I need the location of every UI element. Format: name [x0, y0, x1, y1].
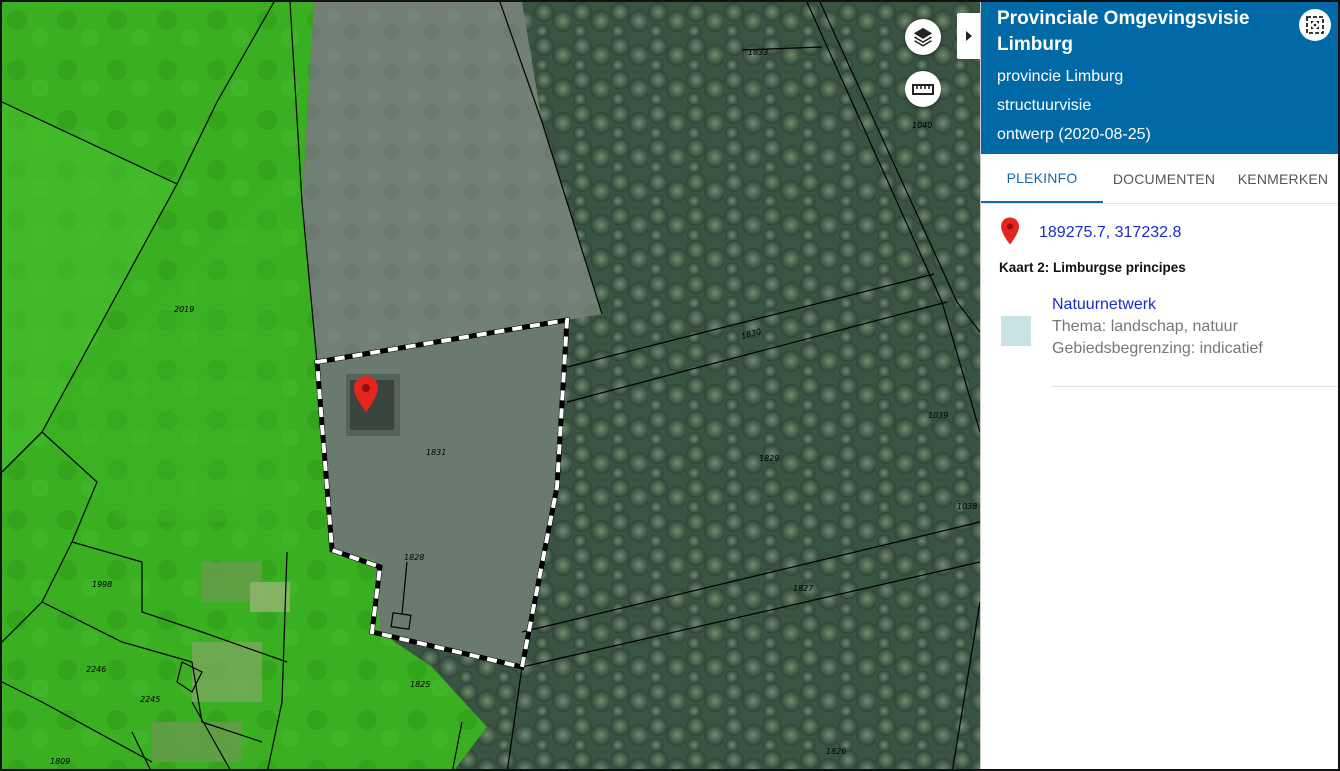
parcel-label: 1826: [826, 747, 846, 756]
location-pin-icon: [1001, 217, 1019, 245]
map-canvas: 1833 1040 2019 1830 1831 1039 1829 1038 …: [2, 2, 980, 769]
app-window: 1833 1040 2019 1830 1831 1039 1829 1038 …: [0, 0, 1340, 771]
feature-theme: Thema: landschap, natuur: [1052, 318, 1238, 335]
feature-name-link[interactable]: Natuurnetwerk: [1052, 294, 1263, 316]
layers-icon: [913, 27, 933, 47]
parcel-label: 1831: [426, 448, 446, 457]
parcel-label: 1039: [928, 411, 948, 420]
divider: [1051, 386, 1338, 387]
parcel-label: 2019: [174, 305, 194, 314]
parcel-label: 1038: [957, 502, 977, 511]
feature-item: Natuurnetwerk Thema: landschap, natuur G…: [1001, 294, 1263, 360]
ruler-icon: [912, 84, 934, 95]
legend-swatch: [1001, 316, 1031, 346]
tab-kenmerken[interactable]: KENMERKEN: [1225, 154, 1338, 203]
map-view[interactable]: 1833 1040 2019 1830 1831 1039 1829 1038 …: [2, 2, 980, 769]
parcel-label: 2245: [140, 695, 160, 704]
parcel-label: 1833: [748, 48, 768, 57]
parcel-label: 1809: [50, 757, 70, 766]
tab-plekinfo[interactable]: PLEKINFO: [981, 154, 1103, 203]
plan-type: structuurvisie: [997, 97, 1092, 114]
panel-header: Provinciale Omgevingsvisie Limburg provi…: [981, 2, 1338, 154]
measure-button[interactable]: [905, 71, 941, 107]
parcel-label: 1829: [759, 454, 779, 463]
feature-boundary: Gebiedsbegrenzing: indicatief: [1052, 340, 1263, 357]
layers-button[interactable]: [905, 19, 941, 55]
plan-title: Provinciale Omgevingsvisie Limburg: [997, 8, 1250, 55]
location-pin-icon: [354, 376, 378, 412]
expand-button[interactable]: [1299, 9, 1331, 41]
parcel-label: 1828: [404, 553, 424, 562]
coordinates-link[interactable]: 189275.7, 317232.8: [1039, 224, 1181, 242]
expand-icon: [1306, 16, 1324, 34]
plan-status: ontwerp (2020-08-25): [997, 126, 1151, 143]
parcel-label: 1825: [410, 680, 430, 689]
plan-authority: provincie Limburg: [997, 68, 1124, 85]
parcel-label: 1827: [793, 584, 814, 593]
chevron-right-icon: [965, 31, 972, 41]
location-row: 189275.7, 317232.8: [1001, 216, 1181, 246]
parcel-label: 1040: [912, 121, 932, 130]
parcel-label: 2246: [86, 665, 106, 674]
panel-tabs: PLEKINFO DOCUMENTEN KENMERKEN: [981, 154, 1338, 204]
info-panel: Provinciale Omgevingsvisie Limburg provi…: [980, 2, 1338, 769]
parcel-label: 1998: [92, 580, 112, 589]
map-section-title: Kaart 2: Limburgse principes: [999, 260, 1186, 275]
tab-documenten[interactable]: DOCUMENTEN: [1103, 154, 1225, 203]
collapse-panel-button[interactable]: [957, 13, 980, 59]
